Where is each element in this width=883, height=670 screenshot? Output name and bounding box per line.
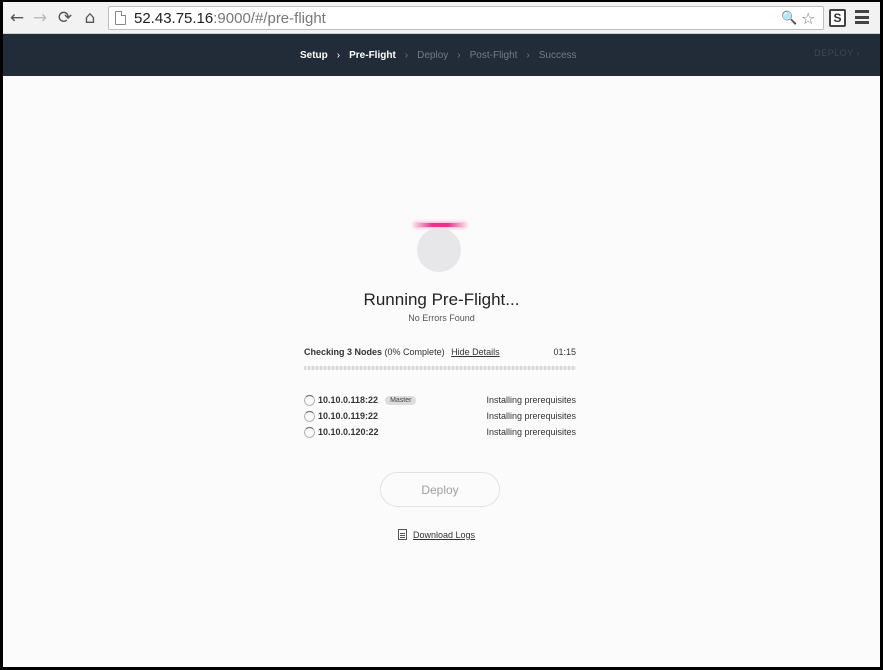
chevron-right-icon: › xyxy=(457,49,461,61)
chevron-right-icon: › xyxy=(526,49,530,61)
spinner-icon xyxy=(304,427,315,438)
node-status: Installing prerequisites xyxy=(486,411,576,421)
spinner-icon xyxy=(304,411,315,422)
app-header: Setup › Pre-Flight › Deploy › Post-Fligh… xyxy=(3,34,880,76)
node-status: Installing prerequisites xyxy=(486,427,576,437)
search-icon[interactable]: 🔍 xyxy=(781,11,797,26)
step-success: Success xyxy=(538,49,577,61)
browser-window: ← → ⟳ ⌂ 52.43.75.16:9000/#/pre-flight 🔍 … xyxy=(3,2,880,667)
stepper: Setup › Pre-Flight › Deploy › Post-Fligh… xyxy=(300,34,577,76)
document-icon xyxy=(398,529,407,540)
elapsed-time: 01:15 xyxy=(553,347,576,357)
node-row: 10.10.0.119:22 Installing prerequisites xyxy=(304,409,576,425)
deploy-button[interactable]: Deploy xyxy=(380,472,500,507)
download-logs-label[interactable]: Download Logs xyxy=(413,530,475,540)
node-row: 10.10.0.118:22 Master Installing prerequi… xyxy=(304,393,576,409)
hide-details-link[interactable]: Hide Details xyxy=(451,347,500,357)
forward-icon[interactable]: → xyxy=(30,8,50,28)
progress-header: Checking 3 Nodes (0% Complete) Hide Deta… xyxy=(304,347,576,357)
node-host: 10.10.0.120:22 xyxy=(318,427,379,437)
progress-bar xyxy=(304,366,576,370)
spinner-icon xyxy=(304,395,315,406)
page-title: Running Pre-Flight... xyxy=(363,290,520,309)
preflight-panel: Running Pre-Flight... No Errors Found Ch… xyxy=(3,76,880,667)
back-icon[interactable]: ← xyxy=(7,8,27,28)
url-text[interactable]: 52.43.75.16:9000/#/pre-flight xyxy=(134,10,326,27)
download-logs-link[interactable]: Download Logs xyxy=(398,529,475,540)
page-icon xyxy=(115,11,126,25)
menu-icon[interactable] xyxy=(855,10,869,24)
chevron-right-icon: › xyxy=(336,49,341,61)
star-icon[interactable]: ☆ xyxy=(801,9,815,28)
node-host: 10.10.0.118:22 Master xyxy=(318,395,417,405)
step-post-flight: Post-Flight xyxy=(469,49,518,61)
node-status: Installing prerequisites xyxy=(486,395,576,405)
step-setup[interactable]: Setup xyxy=(300,50,328,61)
progress-percent: (0% Complete) xyxy=(384,347,445,357)
reload-icon[interactable]: ⟳ xyxy=(55,8,75,28)
loading-indicator xyxy=(414,223,466,227)
home-icon[interactable]: ⌂ xyxy=(80,8,100,28)
browser-toolbar: ← → ⟳ ⌂ 52.43.75.16:9000/#/pre-flight 🔍 … xyxy=(3,2,880,34)
node-list: 10.10.0.118:22 Master Installing prerequi… xyxy=(304,393,576,441)
chevron-right-icon: › xyxy=(404,49,409,61)
header-deploy-button[interactable]: DEPLOY › xyxy=(814,48,860,58)
node-host: 10.10.0.119:22 xyxy=(318,411,379,421)
status-icon xyxy=(417,228,461,272)
page-subtitle: No Errors Found xyxy=(408,313,475,323)
address-bar[interactable]: 52.43.75.16:9000/#/pre-flight 🔍 ☆ xyxy=(108,6,824,30)
step-deploy: Deploy xyxy=(417,49,449,61)
node-row: 10.10.0.120:22 Installing prerequisites xyxy=(304,425,576,441)
progress-label: Checking 3 Nodes xyxy=(304,347,383,357)
step-pre-flight[interactable]: Pre-Flight xyxy=(349,50,396,61)
master-badge: Master xyxy=(385,396,417,405)
extension-icon[interactable]: S xyxy=(829,9,846,27)
